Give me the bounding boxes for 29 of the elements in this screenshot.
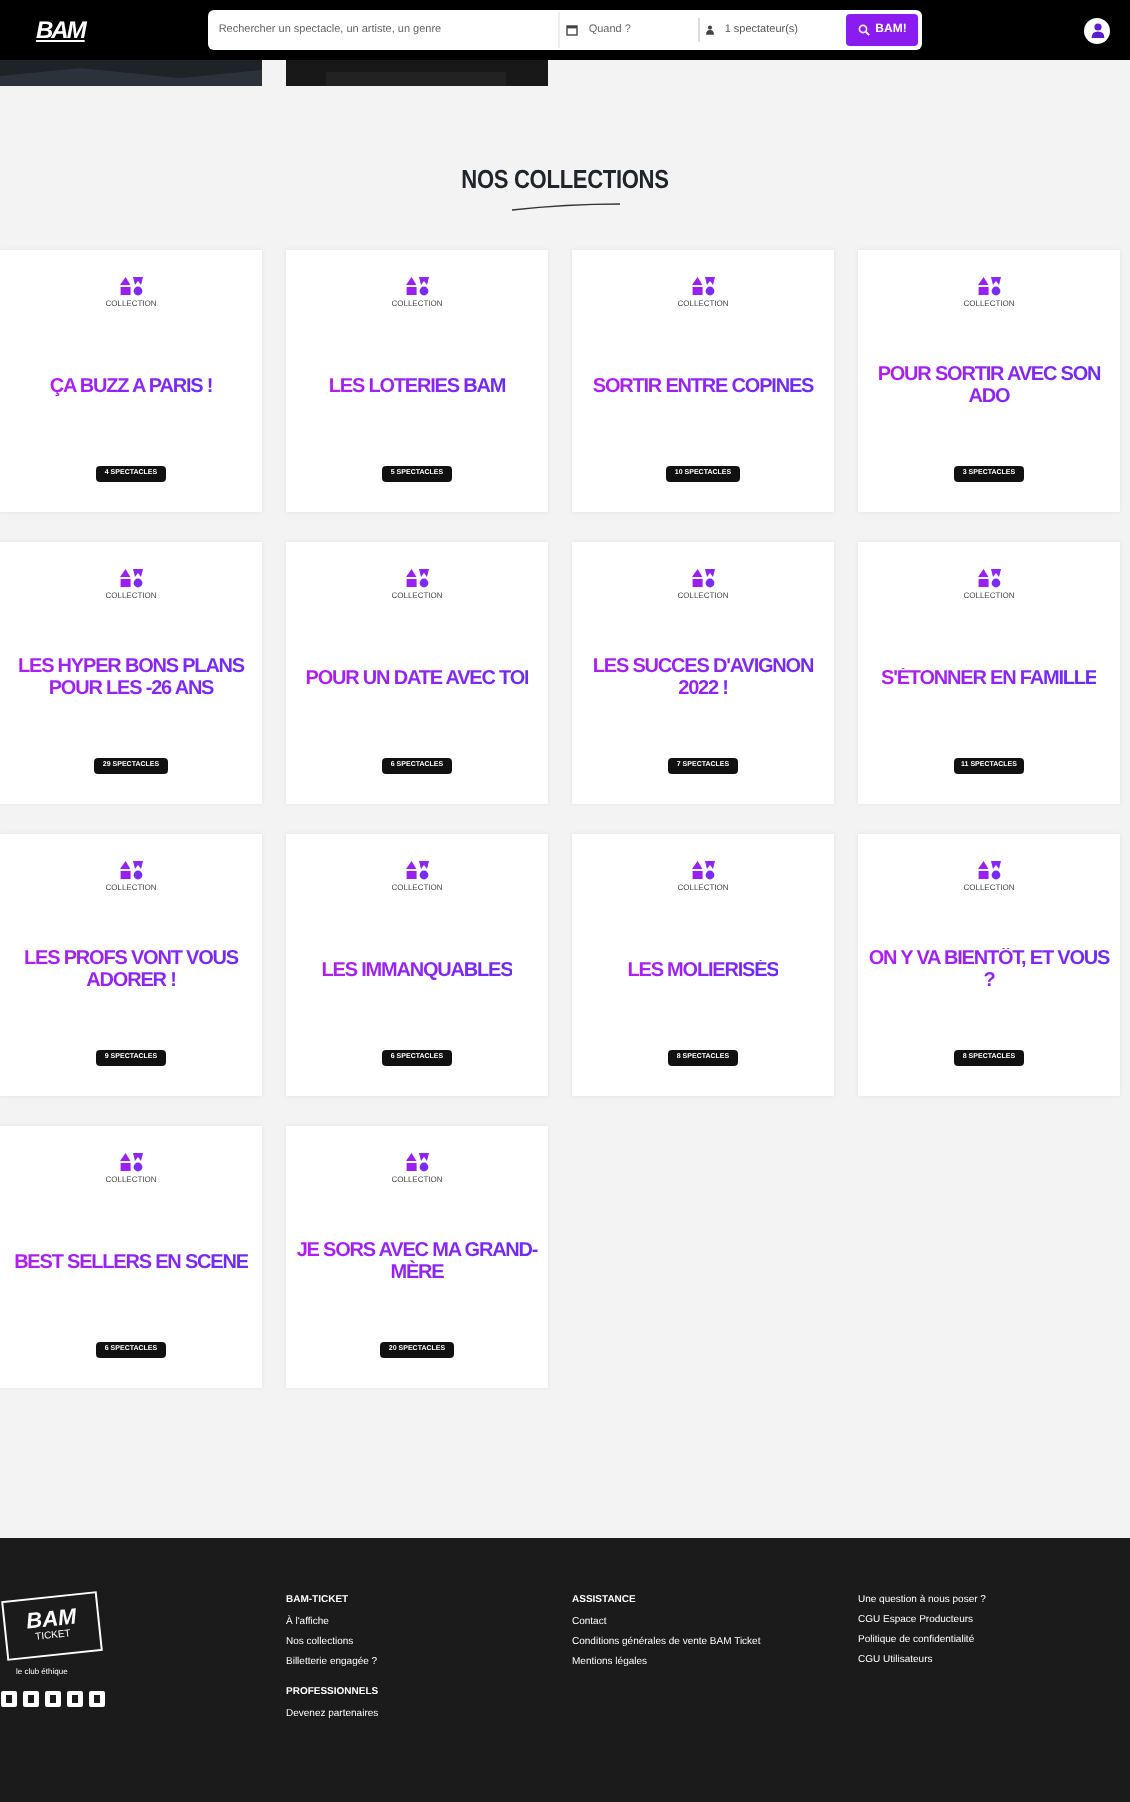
collection-icon [405,275,429,295]
account-button[interactable] [1084,17,1110,43]
collection-icon [977,859,1001,879]
collection-icon [119,859,143,879]
collection-icon [119,275,143,295]
collection-title: POUR UN DATE AVEC TOI [305,667,529,690]
collection-icon [405,567,429,587]
collection-icon [119,1151,143,1171]
collection-icon [691,275,715,295]
collection-icon [977,275,1001,295]
person-icon [706,24,715,36]
search-icon [857,24,870,36]
collection-title: BEST SELLERS EN SCENE [14,1251,248,1274]
collection-title: LES MOLIERISÉS [627,959,779,982]
collection-icon [691,567,715,587]
collection-icon [405,1151,429,1171]
underline-stroke [509,201,621,211]
section-title: NOS COLLECTIONS [459,162,671,198]
collection-icon [977,567,1001,587]
collection-title: ÇA BUZZ A PARIS ! [49,375,213,398]
calendar-icon [566,24,579,36]
logo[interactable]: BAM [36,12,85,48]
collection-icon [405,859,429,879]
collection-title: LES IMMANQUABLES [321,959,513,982]
collection-icon [691,859,715,879]
collection-icon [119,567,143,587]
collection-title: LES LOTERIES BAM [328,375,506,398]
collection-title: S'ÉTONNER EN FAMILLE [881,667,1097,690]
collection-title: SORTIR ENTRE COPINES [592,375,814,398]
